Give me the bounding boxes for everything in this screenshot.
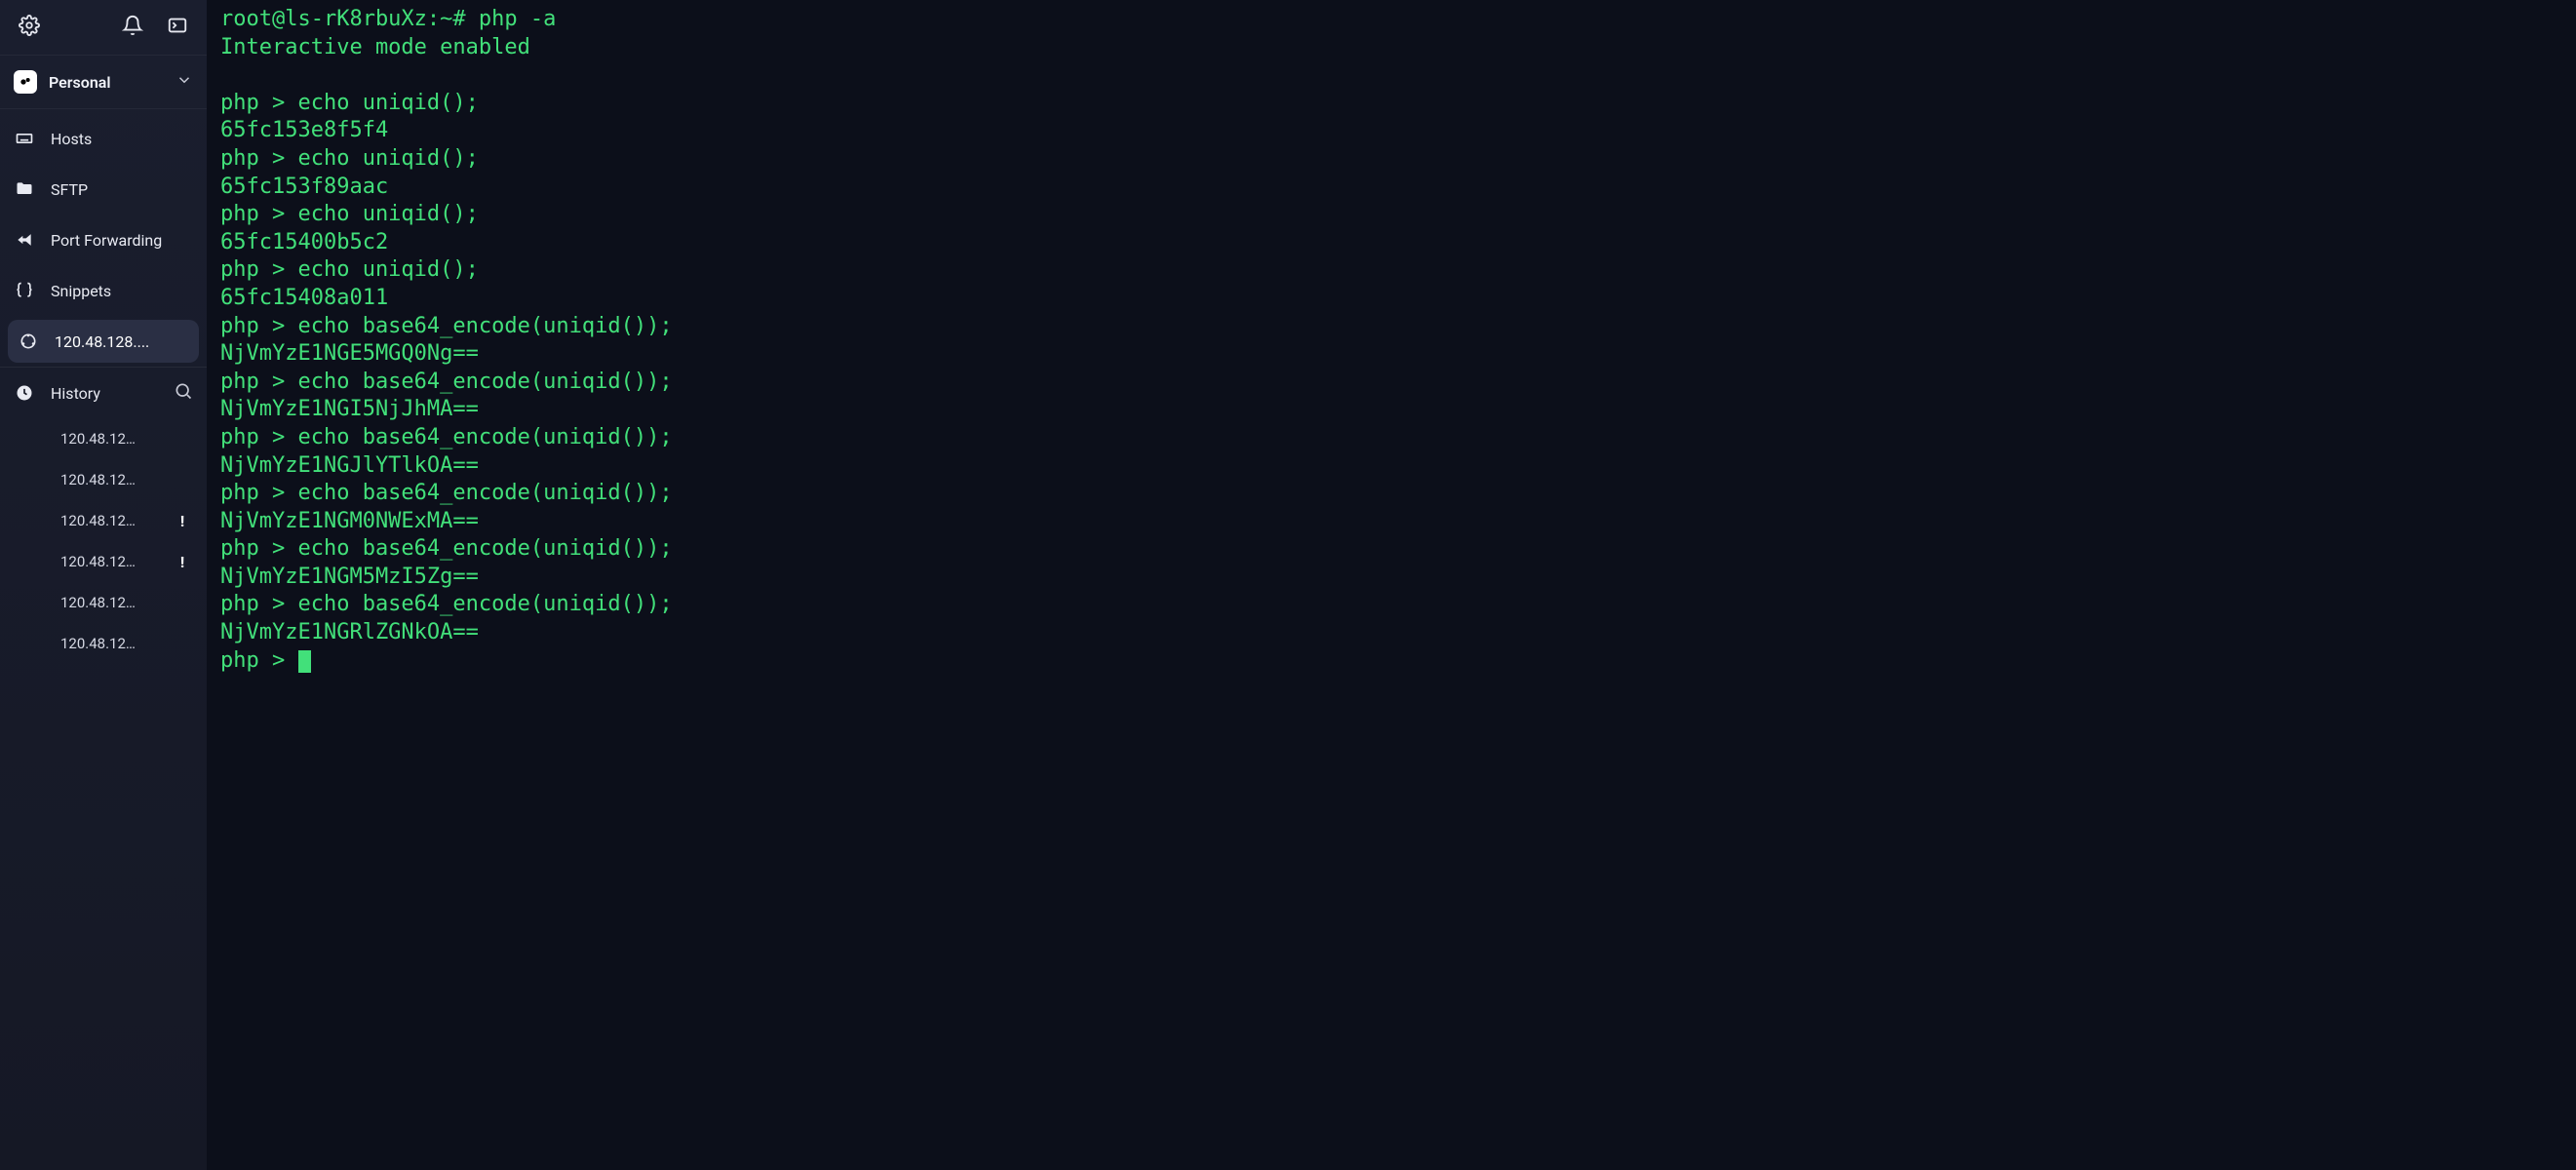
sidebar-item-snippets[interactable]: Snippets — [0, 265, 207, 316]
terminal-prompt: php > — [220, 648, 297, 673]
notifications-button[interactable] — [113, 8, 152, 47]
terminal-line: NjVmYzE1NGRlZGNkOA== — [220, 619, 2562, 647]
sidebar-item-history[interactable]: History — [0, 368, 207, 418]
sidebar-item-label: Hosts — [51, 130, 193, 148]
local-terminal-button[interactable] — [158, 8, 197, 47]
alert-icon: ! — [174, 512, 191, 530]
ubuntu-icon — [18, 332, 39, 351]
history-item[interactable]: 120.48.12… — [0, 623, 207, 664]
terminal-pane[interactable]: root@ls-rK8rbuXz:~# php -aInteractive mo… — [207, 0, 2576, 1170]
terminal-line: php > echo base64_encode(uniqid()); — [220, 535, 2562, 564]
history-item-label: 120.48.12… — [60, 594, 191, 611]
terminal-line: NjVmYzE1NGI5NjJhMA== — [220, 396, 2562, 424]
sidebar-item-label: Snippets — [51, 282, 193, 300]
history-list: 120.48.12…120.48.12…120.48.12…!120.48.12… — [0, 418, 207, 670]
terminal-line: php > echo base64_encode(uniqid()); — [220, 369, 2562, 397]
history-item-label: 120.48.12… — [60, 553, 174, 570]
nav-list: Hosts SFTP Port Forwarding Snippets — [0, 109, 207, 670]
terminal-line: NjVmYzE1NGM5MzI5Zg== — [220, 564, 2562, 592]
terminal-line: php > echo uniqid(); — [220, 256, 2562, 285]
account-label: Personal — [49, 73, 164, 92]
terminal-line: 65fc15408a011 — [220, 285, 2562, 313]
search-icon[interactable] — [174, 381, 193, 405]
terminal-line: php > echo base64_encode(uniqid()); — [220, 424, 2562, 452]
gear-icon — [19, 15, 40, 40]
top-toolbar — [0, 0, 207, 55]
forward-icon — [14, 230, 35, 250]
terminal-line: php > echo base64_encode(uniqid()); — [220, 591, 2562, 619]
terminal-cursor — [298, 650, 310, 673]
folder-icon — [14, 179, 35, 199]
sidebar-item-label: History — [51, 384, 158, 403]
keyboard-icon — [14, 129, 35, 148]
account-avatar-icon — [14, 70, 37, 94]
sidebar-item-sftp[interactable]: SFTP — [0, 164, 207, 214]
terminal-line: 65fc153e8f5f4 — [220, 117, 2562, 145]
sidebar: Personal Hosts SFTP — [0, 0, 207, 1170]
terminal-line — [220, 61, 2562, 90]
account-selector[interactable]: Personal — [0, 55, 207, 109]
sidebar-item-label: 120.48.128.... — [55, 332, 189, 351]
terminal-icon — [167, 15, 188, 40]
chevron-down-icon — [176, 71, 193, 93]
terminal-line: php > echo uniqid(); — [220, 145, 2562, 174]
sidebar-item-active-host[interactable]: 120.48.128.... — [8, 320, 199, 363]
clock-icon — [14, 383, 35, 403]
terminal-line: NjVmYzE1NGM0NWExMA== — [220, 508, 2562, 536]
sidebar-item-hosts[interactable]: Hosts — [0, 113, 207, 164]
terminal-line: 65fc15400b5c2 — [220, 229, 2562, 257]
history-item[interactable]: 120.48.12… — [0, 582, 207, 623]
history-item-label: 120.48.12… — [60, 471, 191, 488]
sidebar-item-label: Port Forwarding — [51, 231, 193, 250]
history-item-label: 120.48.12… — [60, 635, 191, 652]
terminal-line: 65fc153f89aac — [220, 174, 2562, 202]
terminal-line: NjVmYzE1NGJlYTlkOA== — [220, 452, 2562, 481]
history-item[interactable]: 120.48.12…! — [0, 500, 207, 541]
bell-icon — [122, 15, 143, 40]
terminal-line: NjVmYzE1NGE5MGQ0Ng== — [220, 340, 2562, 369]
terminal-line: root@ls-rK8rbuXz:~# php -a — [220, 6, 2562, 34]
history-item-label: 120.48.12… — [60, 430, 191, 448]
sidebar-item-port-forwarding[interactable]: Port Forwarding — [0, 214, 207, 265]
terminal-line: php > echo base64_encode(uniqid()); — [220, 480, 2562, 508]
history-item[interactable]: 120.48.12… — [0, 459, 207, 500]
terminal-prompt-line: php > — [220, 647, 2562, 676]
history-item[interactable]: 120.48.12… — [0, 418, 207, 459]
terminal-line: Interactive mode enabled — [220, 34, 2562, 62]
settings-button[interactable] — [10, 8, 49, 47]
terminal-line: php > echo base64_encode(uniqid()); — [220, 313, 2562, 341]
alert-icon: ! — [174, 553, 191, 571]
sidebar-item-label: SFTP — [51, 180, 193, 199]
braces-icon — [14, 281, 35, 300]
terminal-line: php > echo uniqid(); — [220, 201, 2562, 229]
history-item-label: 120.48.12… — [60, 512, 174, 529]
terminal-line: php > echo uniqid(); — [220, 90, 2562, 118]
history-item[interactable]: 120.48.12…! — [0, 541, 207, 582]
